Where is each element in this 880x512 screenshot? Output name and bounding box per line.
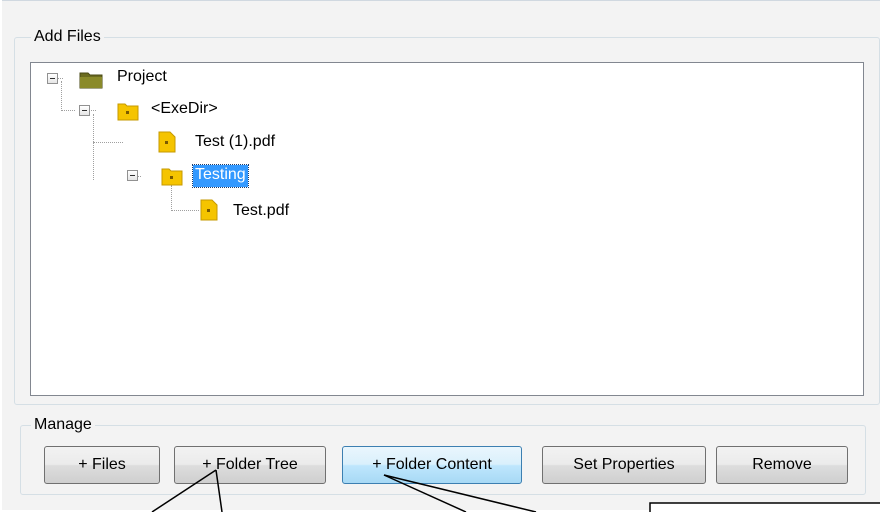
callout-lines xyxy=(151,469,537,512)
callout-line-folder-tree-left xyxy=(151,469,217,512)
callout-line-folder-tree-right xyxy=(215,469,223,512)
callout-line-folder-content-right xyxy=(383,474,537,512)
callout-overlay xyxy=(151,469,880,512)
callout-line-folder-content-left xyxy=(383,474,467,512)
callout-box xyxy=(649,502,880,512)
